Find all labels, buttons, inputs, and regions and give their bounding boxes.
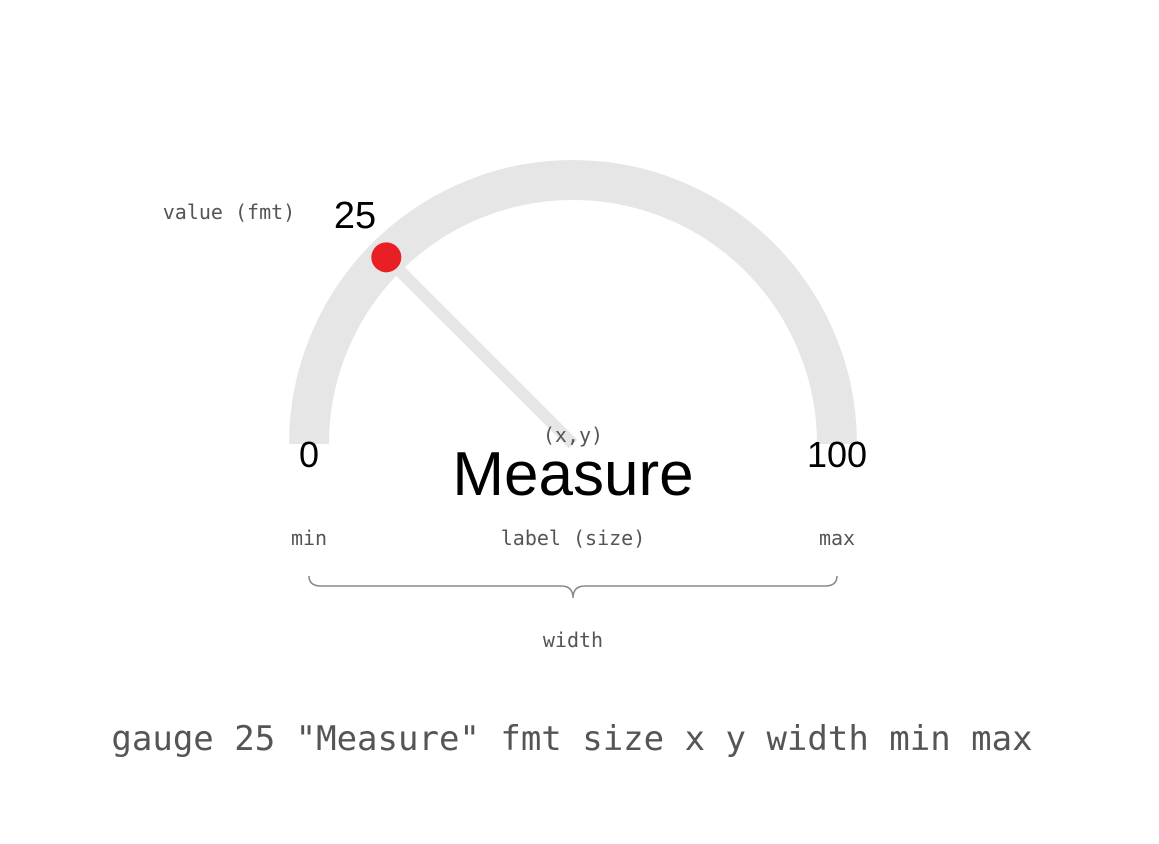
width-brace xyxy=(308,575,838,599)
annotation-center-xy: (x,y) xyxy=(543,423,603,447)
gauge-track xyxy=(289,160,857,445)
gauge-label: Measure xyxy=(452,440,693,509)
annotation-min: min xyxy=(291,526,327,550)
gauge-value-dot xyxy=(371,242,402,273)
gauge-diagram: 25 0 100 Measure value (fmt) (x,y) min l… xyxy=(111,160,1033,759)
annotation-value-fmt: value (fmt) xyxy=(163,200,295,224)
gauge-needle xyxy=(382,253,578,449)
gauge-value-text: 25 xyxy=(334,195,376,237)
annotation-width: width xyxy=(543,628,603,652)
annotation-label-size: label (size) xyxy=(501,526,646,550)
annotation-max: max xyxy=(819,526,855,550)
gauge-min-text: 0 xyxy=(299,434,319,475)
gauge-max-text: 100 xyxy=(807,434,867,475)
syntax-line: gauge 25 "Measure" fmt size x y width mi… xyxy=(111,719,1032,759)
